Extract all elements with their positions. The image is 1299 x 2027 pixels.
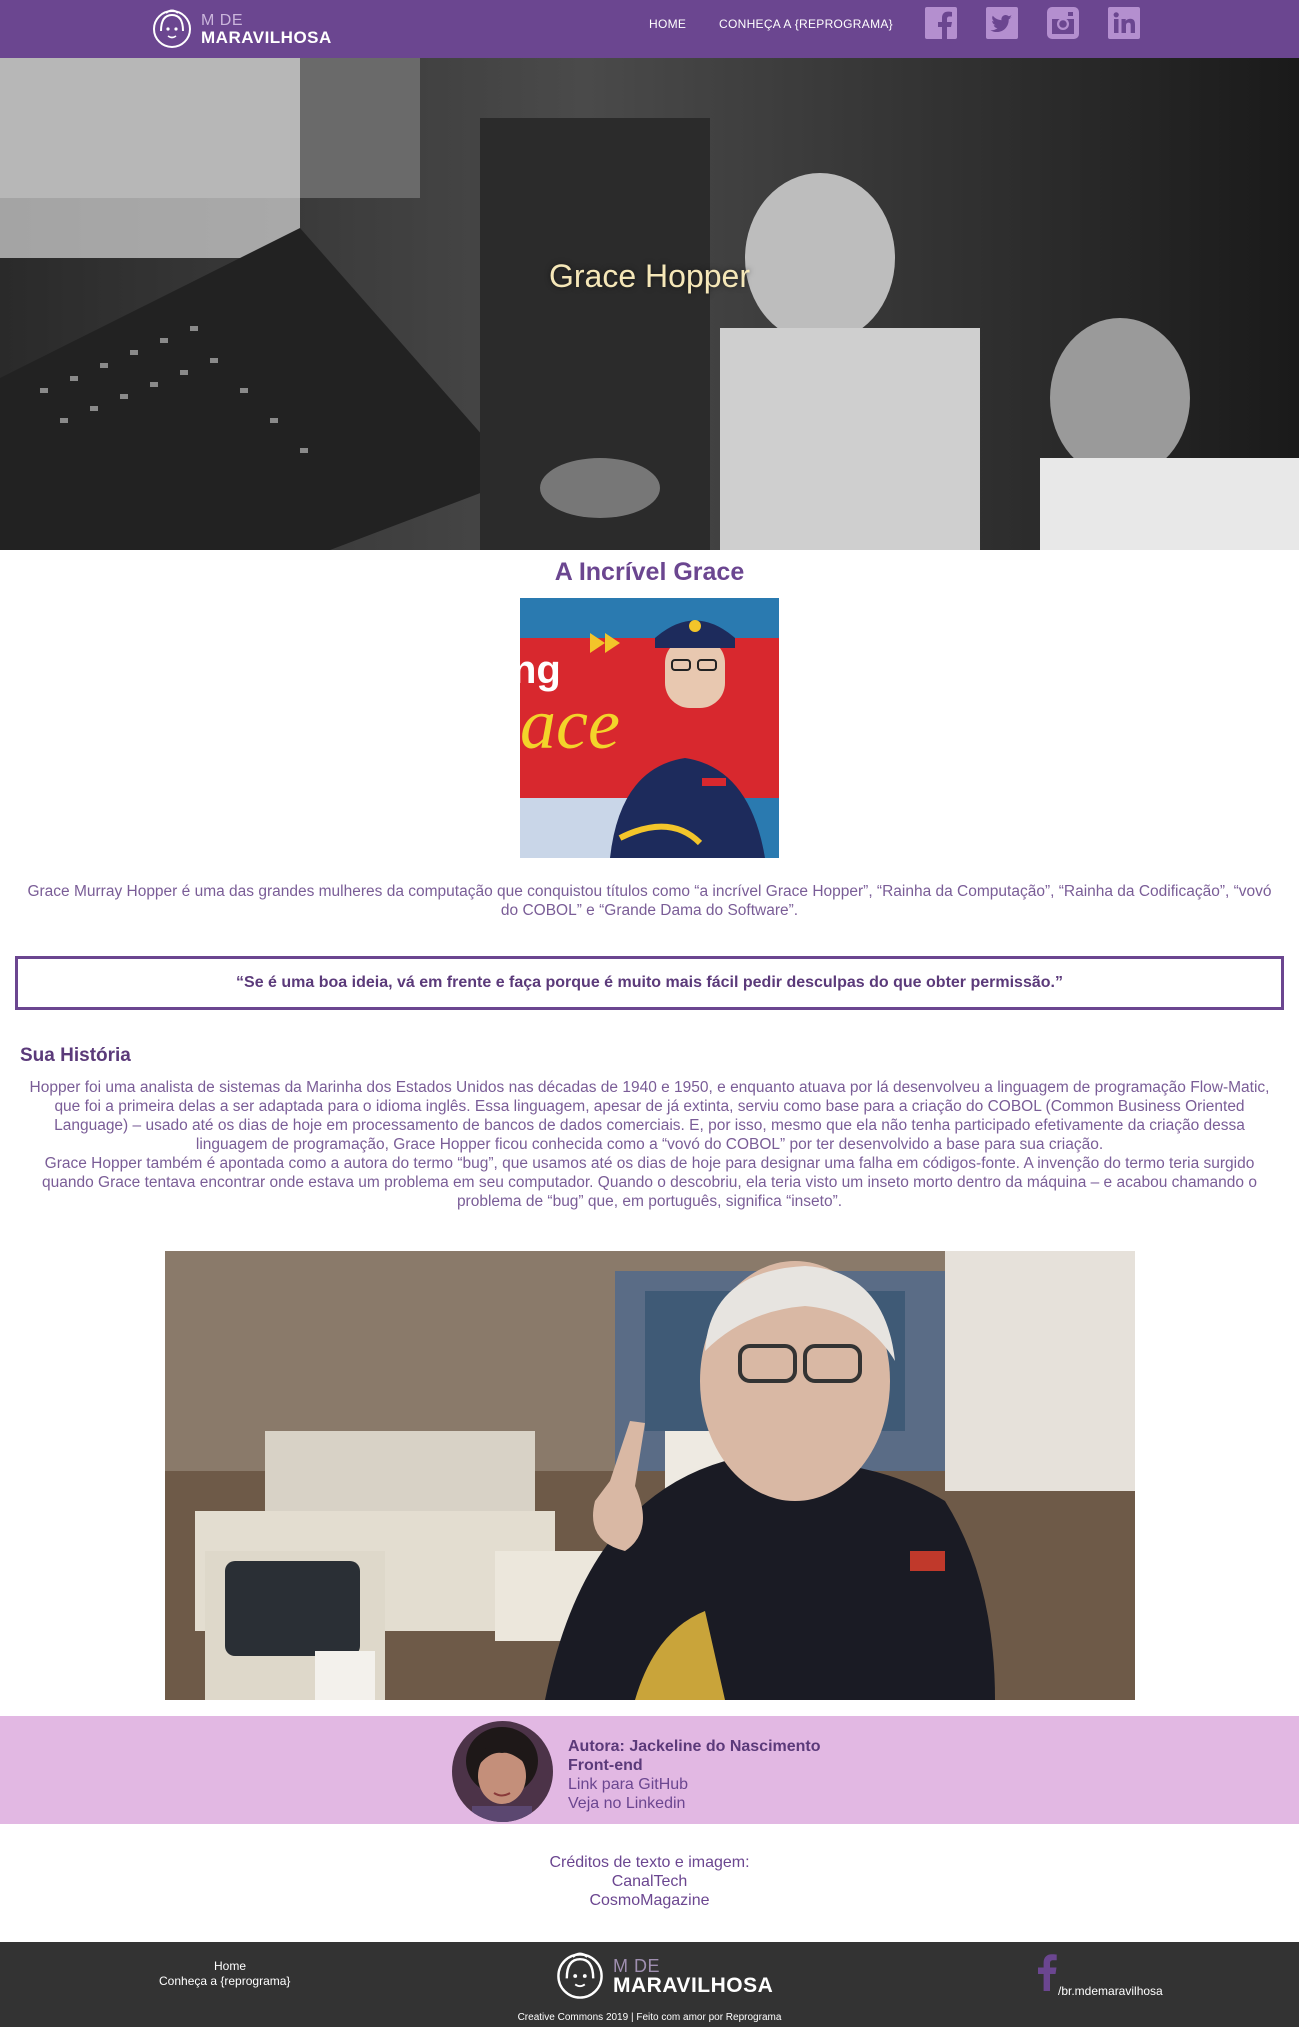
footer-copyright: Creative Commons 2019 | Feito com amor p… — [517, 2012, 782, 2023]
credits-title: Créditos de texto e imagem: — [549, 1854, 750, 1871]
history-text: Hopper foi uma analista de sistemas da M… — [18, 1078, 1281, 1211]
footer-logo-wordmark: M DE MARAVILHOSA — [613, 1956, 773, 1996]
nav-link-reprograma[interactable]: CONHEÇA A {REPROGRAMA} — [719, 17, 893, 31]
svg-text:ace: ace — [520, 684, 620, 764]
author-avatar — [452, 1721, 553, 1822]
hero-title: Grace Hopper — [549, 258, 750, 294]
logo-bottom-text: MARAVILHOSA — [201, 28, 332, 47]
woman-face-logo-icon — [153, 9, 191, 48]
instagram-icon[interactable] — [1047, 7, 1079, 39]
hero-background-photo — [0, 58, 1299, 550]
history-paragraph-2: Grace Hopper também é apontada como a au… — [42, 1155, 1257, 1210]
site-logo[interactable]: M DE MARAVILHOSA — [152, 5, 332, 53]
linkedin-icon[interactable] — [1108, 7, 1140, 39]
credit-link-canaltech[interactable]: CanalTech — [0, 1872, 1299, 1891]
credits: Créditos de texto e imagem: CanalTech Co… — [0, 1853, 1299, 1910]
footer-logo[interactable]: M DE MARAVILHOSA — [556, 1947, 773, 2005]
logo-top-text: M DE — [201, 12, 243, 29]
author-card: Autora: Jackeline do Nascimento Front-en… — [0, 1716, 1299, 1824]
intro-paragraph: Grace Murray Hopper é uma das grandes mu… — [27, 883, 1272, 919]
facebook-icon[interactable] — [925, 7, 957, 39]
author-role: Front-end — [568, 1757, 643, 1774]
footer-facebook-handle[interactable]: /br.mdemaravilhosa — [1058, 1984, 1163, 1998]
quote-text: “Se é uma boa ideia, vá em frente e faça… — [236, 974, 1063, 991]
nav-link-home[interactable]: HOME — [649, 17, 686, 31]
section-heading-incrivel: A Incrível Grace — [554, 558, 745, 586]
credit-link-cosmomagazine[interactable]: CosmoMagazine — [0, 1891, 1299, 1910]
author-github-link[interactable]: Link para GitHub — [568, 1776, 688, 1794]
footer-facebook-icon[interactable] — [1036, 1953, 1058, 1991]
woman-face-logo-icon — [557, 1952, 603, 1999]
section-heading-historia: Sua História — [20, 1045, 131, 1066]
footer-logo-bottom-text: MARAVILHOSA — [613, 1974, 774, 1997]
footer-link-home[interactable]: Home — [214, 1959, 246, 1973]
hero-banner: Grace Hopper — [0, 58, 1299, 550]
footer-logo-top-text: M DE — [613, 1956, 660, 1976]
page-footer: Home Conheça a {reprograma} M DE MARAVIL… — [0, 1942, 1299, 2027]
twitter-icon[interactable] — [986, 7, 1018, 39]
grace-office-photo — [165, 1251, 1135, 1700]
author-linkedin-link[interactable]: Veja no Linkedin — [568, 1795, 685, 1813]
top-navbar: M DE MARAVILHOSA HOME CONHEÇA A {REPROGR… — [0, 0, 1299, 58]
footer-link-reprograma[interactable]: Conheça a {reprograma} — [159, 1974, 290, 1988]
author-name: Autora: Jackeline do Nascimento — [568, 1738, 821, 1755]
logo-wordmark: M DE MARAVILHOSA — [201, 12, 332, 46]
quote-box: “Se é uma boa ideia, vá em frente e faça… — [15, 956, 1284, 1010]
history-paragraph-1: Hopper foi uma analista de sistemas da M… — [29, 1079, 1270, 1153]
grace-cartoon-portrait: ng ace — [520, 598, 779, 858]
